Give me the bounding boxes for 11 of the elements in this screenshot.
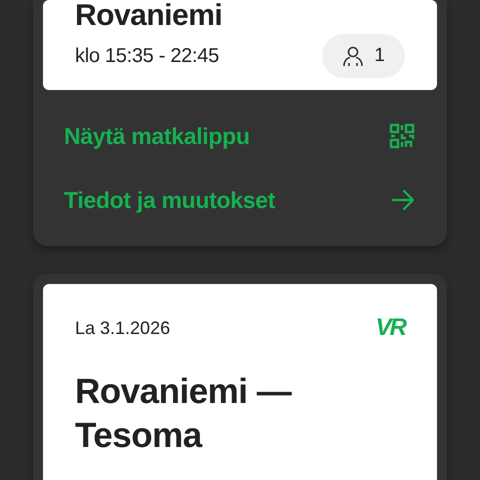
action-link[interactable]: Näytä matkalippu [64,104,415,168]
arrow-right-icon [391,189,415,211]
logo: VR [376,314,405,342]
person-icon [342,45,364,67]
route-title: Rovaniemi — Tesoma [75,371,293,457]
trip-time: klo 15:35 - 22:45 [75,44,219,68]
trip-date: La 3.1.2026 [75,318,170,338]
route-title: Rovaniemi [75,0,224,32]
passenger-count: 1 [322,34,405,78]
qr-code-icon [389,123,415,149]
action-link[interactable]: Tiedot ja muutokset [64,168,415,232]
